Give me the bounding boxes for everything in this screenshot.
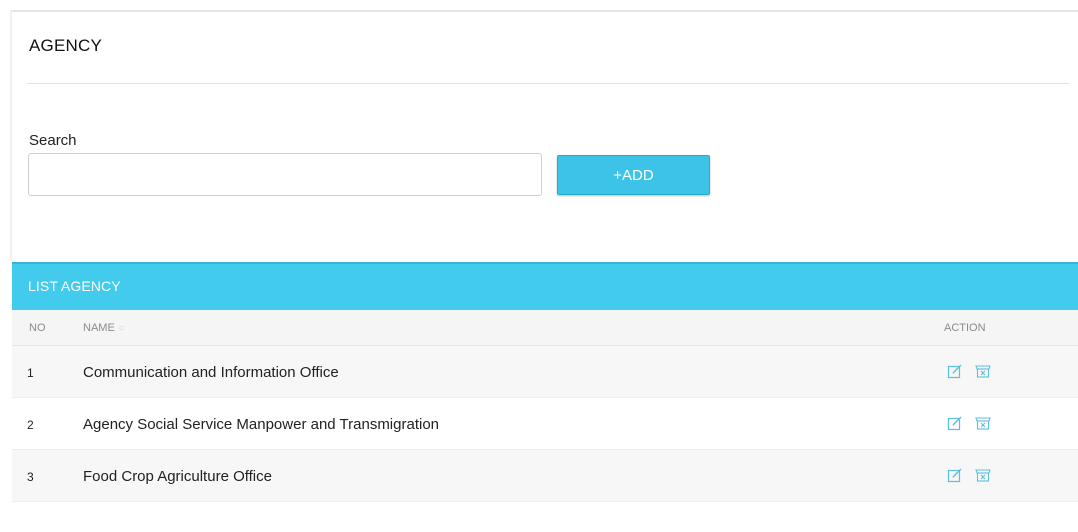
table-header: NO NAME ○ ACTION: [12, 310, 1078, 346]
delete-icon[interactable]: [975, 415, 991, 431]
row-actions: [947, 467, 991, 483]
list-panel-header: LIST AGENCY: [12, 262, 1078, 310]
column-header-name-label: NAME: [83, 322, 115, 334]
row-actions: [947, 415, 991, 431]
table-row: 2 Agency Social Service Manpower and Tran…: [12, 398, 1078, 450]
frame-edge: [10, 10, 1078, 12]
edit-icon[interactable]: [947, 363, 963, 379]
search-label: Search: [29, 132, 77, 149]
page-title: AGENCY: [29, 36, 102, 55]
agency-table: NO NAME ○ ACTION 1 Communication and Infor…: [12, 310, 1078, 502]
agency-name: Agency Social Service Manpower and Trans…: [83, 416, 440, 433]
column-header-name[interactable]: NAME ○: [83, 322, 125, 334]
frame-edge-left: [10, 10, 12, 260]
edit-icon[interactable]: [947, 415, 963, 431]
agency-name: Food Crop Agriculture Office: [83, 468, 272, 485]
column-header-action: ACTION: [944, 322, 986, 334]
row-number: 1: [27, 366, 34, 380]
panel-title: LIST AGENCY: [28, 278, 121, 294]
title-divider: [27, 83, 1070, 84]
agency-name: Communication and Information Office: [83, 364, 339, 381]
row-actions: [947, 363, 991, 379]
search-input[interactable]: [28, 153, 542, 196]
edit-icon[interactable]: [947, 467, 963, 483]
delete-icon[interactable]: [975, 467, 991, 483]
table-row: 1 Communication and Information Office: [12, 346, 1078, 398]
row-number: 2: [27, 418, 34, 432]
column-header-no: NO: [29, 322, 46, 334]
row-number: 3: [27, 470, 34, 484]
add-button[interactable]: +ADD: [557, 155, 710, 195]
delete-icon[interactable]: [975, 363, 991, 379]
sort-icon: ○: [118, 323, 125, 334]
table-row: 3 Food Crop Agriculture Office: [12, 450, 1078, 502]
